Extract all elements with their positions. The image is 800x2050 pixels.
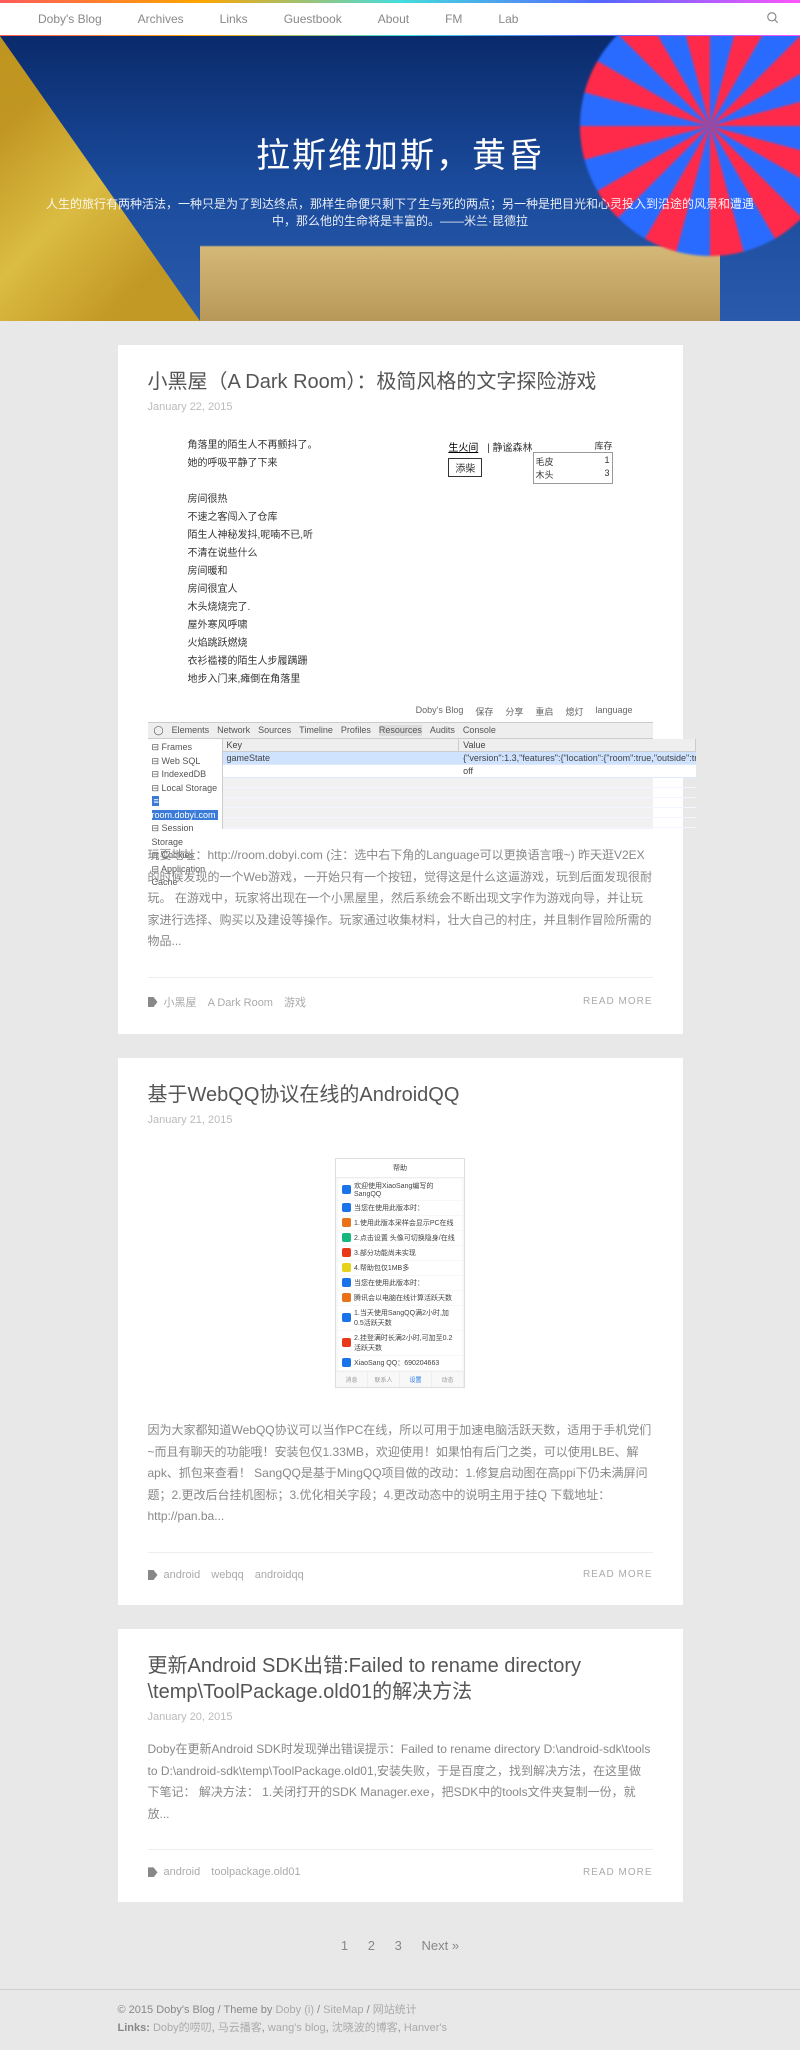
tag-link[interactable]: android: [164, 1569, 201, 1581]
devtools-tree[interactable]: ⊟ Frames ⊟ Web SQL ⊟ IndexedDB ⊟ Local S…: [148, 739, 223, 829]
nav-guestbook[interactable]: Guestbook: [266, 12, 360, 26]
read-more-link[interactable]: READ MORE: [583, 1867, 653, 1878]
page-link[interactable]: 3: [387, 1934, 410, 1957]
footer-friend-link[interactable]: wang's blog: [268, 2022, 326, 2034]
qq-help-item: 欢迎使用XiaoSang编写的SangQQ: [338, 1179, 462, 1200]
post-excerpt: 因为大家都知道WebQQ协议可以当作PC在线，所以可用于加速电脑活跃天数，适用于…: [148, 1420, 653, 1528]
qq-help-item: 4.帮助包仅1MB多: [338, 1261, 462, 1275]
post-title[interactable]: 更新Android SDK出错:Failed to rename directo…: [148, 1653, 653, 1705]
darkroom-stoke-button[interactable]: 添柴: [448, 458, 482, 477]
footer-friend-link[interactable]: Doby的唠叨: [153, 2022, 212, 2034]
tag-icon: [148, 1867, 158, 1877]
nav-links[interactable]: Links: [202, 12, 266, 26]
tag-icon: [148, 997, 158, 1007]
qq-bottom-tabs: 消息 联系人 设置 动态: [336, 1371, 464, 1387]
content: 小黑屋（A Dark Room）：极简风格的文字探险游戏 January 22,…: [118, 345, 683, 1965]
post: 小黑屋（A Dark Room）：极简风格的文字探险游戏 January 22,…: [118, 345, 683, 1034]
nav-lab[interactable]: Lab: [480, 12, 536, 26]
qq-help-item: 1.当天使用SangQQ满2小时,加0.5活跃天数: [338, 1306, 462, 1330]
nav-fm[interactable]: FM: [427, 12, 480, 26]
pagination: 1 2 3 Next »: [118, 1926, 683, 1965]
read-more-link[interactable]: READ MORE: [583, 1569, 653, 1580]
footer-stats-link[interactable]: 网站统计: [373, 2004, 417, 2016]
qq-help-item: 当您在使用此版本时：: [338, 1201, 462, 1215]
tag-link[interactable]: androidqq: [255, 1569, 304, 1581]
read-more-link[interactable]: READ MORE: [583, 996, 653, 1007]
darkroom-bottom-nav: Doby's Blog 保存 分享 重启 熄灯 language: [148, 701, 653, 722]
post-footer: android toolpackage.old01 READ MORE: [148, 1849, 653, 1878]
post-footer: android webqq androidqq READ MORE: [148, 1552, 653, 1581]
post-footer: 小黑屋 A Dark Room 游戏 READ MORE: [148, 977, 653, 1010]
post-title[interactable]: 小黑屋（A Dark Room）：极简风格的文字探险游戏: [148, 369, 653, 395]
post-excerpt: Doby在更新Android SDK时发现弹出错误提示：Failed to re…: [148, 1739, 653, 1825]
footer-friend-link[interactable]: Hanver's: [404, 2022, 447, 2034]
qq-help-item: 3.部分功能尚未实现: [338, 1246, 462, 1260]
search-icon[interactable]: [766, 11, 780, 28]
page-link[interactable]: 2: [360, 1934, 383, 1957]
tag-link[interactable]: 游戏: [284, 997, 306, 1009]
nav-home[interactable]: Doby's Blog: [20, 12, 120, 26]
post: 基于WebQQ协议在线的AndroidQQ January 21, 2015 帮…: [118, 1058, 683, 1605]
devtools-table: KeyValue gameState{"version":1.3,"featur…: [223, 739, 696, 829]
tag-link[interactable]: A Dark Room: [208, 997, 273, 1009]
darkroom-tab-fire[interactable]: 生火间: [448, 443, 478, 454]
page-link[interactable]: 1: [333, 1934, 356, 1957]
qq-help-item: 1.使用此版本采样会显示PC在线: [338, 1216, 462, 1230]
hero: 拉斯维加斯，黄昏 人生的旅行有两种活法，一种只是为了到达终点，那样生命便只剩下了…: [0, 36, 800, 321]
post-title[interactable]: 基于WebQQ协议在线的AndroidQQ: [148, 1082, 653, 1108]
post: 更新Android SDK出错:Failed to rename directo…: [118, 1629, 683, 1902]
page-next[interactable]: Next »: [414, 1934, 468, 1957]
footer-friend-link[interactable]: 沈晓波的博客: [332, 2022, 398, 2034]
qq-help-item: 腾讯会以电脑在线计算活跃天数: [338, 1291, 462, 1305]
nav: Doby's Blog Archives Links Guestbook Abo…: [0, 3, 800, 35]
post-image-darkroom: 角落里的陌生人不再颤抖了。 她的呼吸平静了下来 房间很热 不速之客闯入了仓库 陌…: [148, 429, 653, 829]
footer-friend-link[interactable]: 马云播客: [218, 2022, 262, 2034]
post-date: January 20, 2015: [148, 1711, 653, 1723]
tag-link[interactable]: 小黑屋: [164, 997, 197, 1009]
post-date: January 21, 2015: [148, 1114, 653, 1126]
darkroom-tabs: 生火间 | 静谧森林: [448, 439, 532, 454]
tag-link[interactable]: android: [164, 1866, 201, 1878]
tag-link[interactable]: toolpackage.old01: [211, 1866, 300, 1878]
darkroom-resources: 毛皮1 木头3: [533, 452, 613, 484]
footer-theme-link[interactable]: Doby (i): [275, 2004, 314, 2016]
qq-help-item: 2.挂登满时长满2小时,可加至0.2活跃天数: [338, 1331, 462, 1355]
topbar: Doby's Blog Archives Links Guestbook Abo…: [0, 0, 800, 36]
tag-icon: [148, 1570, 158, 1580]
devtools-selected[interactable]: ≡ room.dobyi.com: [152, 796, 218, 820]
darkroom-story: 角落里的陌生人不再颤抖了。 她的呼吸平静了下来 房间很热 不速之客闯入了仓库 陌…: [188, 439, 449, 691]
hero-subtitle: 人生的旅行有两种活法，一种只是为了到达终点，那样生命便只剩下了生与死的两点；另一…: [40, 195, 760, 229]
qq-help-item: XiaoSang QQ：690204663: [338, 1356, 462, 1370]
nav-about[interactable]: About: [360, 12, 427, 26]
hero-title: 拉斯维加斯，黄昏: [256, 128, 544, 177]
nav-archives[interactable]: Archives: [120, 12, 202, 26]
post-date: January 22, 2015: [148, 401, 653, 413]
post-image-qq: 帮助 欢迎使用XiaoSang编写的SangQQ当您在使用此版本时：1.使用此版…: [335, 1158, 465, 1388]
qq-help-item: 当您在使用此版本时：: [338, 1276, 462, 1290]
footer: © 2015 Doby's Blog / Theme by Doby (i) /…: [0, 1989, 800, 2049]
post-excerpt: 玩耍地址：http://room.dobyi.com (注：选中右下角的Lang…: [148, 845, 653, 953]
devtools: ◯ Elements Network Sources Timeline Prof…: [148, 722, 653, 829]
tag-link[interactable]: webqq: [211, 1569, 243, 1581]
footer-sitemap-link[interactable]: SiteMap: [323, 2004, 363, 2016]
qq-help-item: 2.点击设置 头像可切换隐身/在线: [338, 1231, 462, 1245]
